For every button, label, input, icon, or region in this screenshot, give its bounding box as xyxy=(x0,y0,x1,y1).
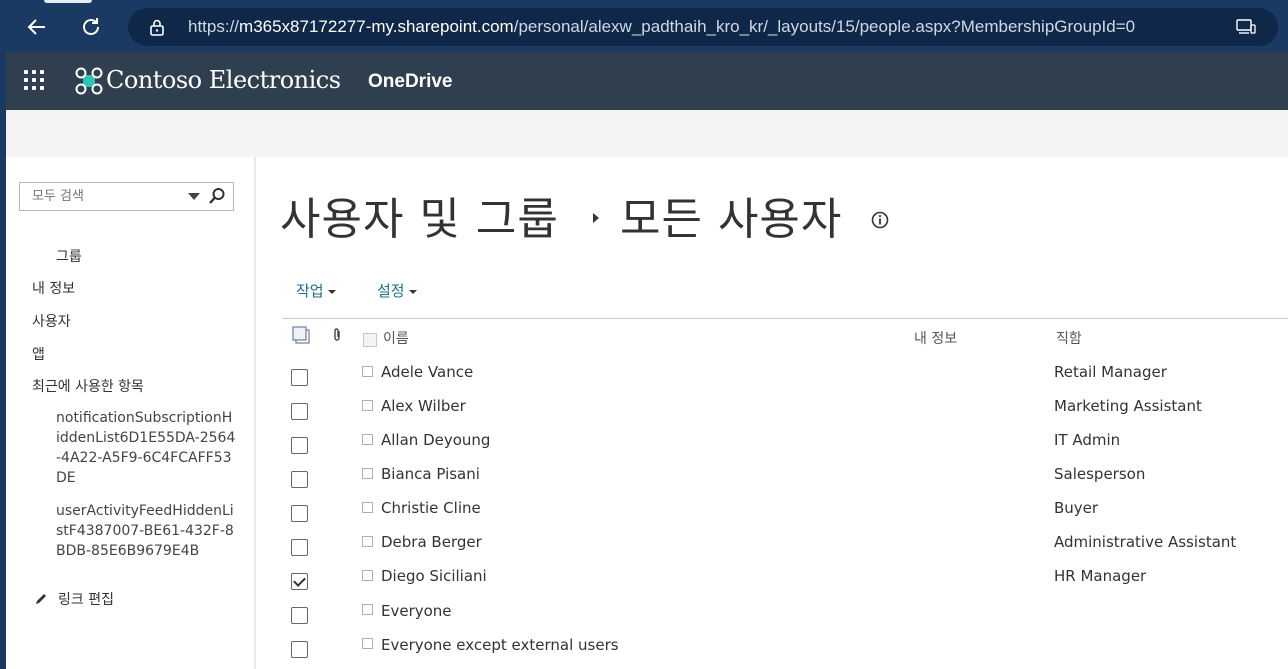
chevron-down-icon xyxy=(327,289,336,294)
user-name-link[interactable]: Everyone except external users xyxy=(381,636,619,654)
info-icon[interactable] xyxy=(871,211,889,229)
column-header-job-title[interactable]: 직함 xyxy=(1056,328,1082,348)
column-header-name[interactable]: 이름 xyxy=(383,328,409,348)
nav-item-people[interactable]: 사용자 xyxy=(32,311,71,331)
user-name-link[interactable]: Adele Vance xyxy=(381,363,473,381)
user-name-link[interactable]: Everyone xyxy=(381,602,452,620)
actions-menu[interactable]: 작업 xyxy=(296,280,336,301)
user-name-link[interactable]: Alex Wilber xyxy=(381,397,466,415)
row-item-checkbox[interactable] xyxy=(362,604,373,615)
row-checkbox[interactable] xyxy=(291,369,308,386)
nav-item-recent[interactable]: 최근에 사용한 항목 xyxy=(32,376,144,396)
nav-item-groups[interactable]: 그룹 xyxy=(56,246,82,266)
edit-links-label: 링크 편집 xyxy=(58,592,114,608)
contoso-logo-icon[interactable] xyxy=(74,66,104,96)
user-job-title: Buyer xyxy=(1054,499,1099,517)
table-top-rule xyxy=(282,318,1288,319)
row-checkbox-checked[interactable] xyxy=(291,573,308,590)
settings-menu[interactable]: 설정 xyxy=(377,280,417,301)
search-scope-dropdown[interactable] xyxy=(188,193,200,200)
breadcrumb-arrow-icon xyxy=(593,213,599,223)
nav-item-apps[interactable]: 앱 xyxy=(32,344,45,364)
row-item-checkbox[interactable] xyxy=(362,570,373,581)
search-box xyxy=(19,182,234,211)
actions-label: 작업 xyxy=(296,282,324,300)
user-job-title: IT Admin xyxy=(1054,431,1121,449)
edit-links-button[interactable]: 링크 편집 xyxy=(34,589,114,609)
user-job-title: Retail Manager xyxy=(1054,363,1167,381)
row-item-checkbox[interactable] xyxy=(362,502,373,513)
left-navigation: 그룹 내 정보 사용자 앱 최근에 사용한 항목 notificationSub… xyxy=(6,157,254,669)
user-job-title: Administrative Assistant xyxy=(1054,533,1237,551)
recent-item-notification-list[interactable]: notificationSubscriptionHiddenList6D1E55… xyxy=(56,408,236,488)
ribbon-area xyxy=(6,110,1288,157)
user-job-title: Salesperson xyxy=(1054,465,1146,483)
user-name-link[interactable]: Allan Deyoung xyxy=(381,431,490,449)
user-name-link[interactable]: Christie Cline xyxy=(381,499,481,517)
row-item-checkbox[interactable] xyxy=(362,434,373,445)
app-name[interactable]: OneDrive xyxy=(368,71,452,93)
row-item-checkbox[interactable] xyxy=(362,366,373,377)
settings-label: 설정 xyxy=(377,282,405,300)
row-checkbox[interactable] xyxy=(291,539,308,556)
recent-item-activity-feed-list[interactable]: userActivityFeedHiddenListF4387007-BE61-… xyxy=(56,501,236,561)
url-prefix: https:// xyxy=(188,17,240,36)
address-bar[interactable]: https://m365x87172277-my.sharepoint.com/… xyxy=(128,8,1278,46)
nav-divider xyxy=(254,157,256,669)
back-button[interactable] xyxy=(22,12,52,42)
refresh-icon xyxy=(83,18,99,35)
row-checkbox[interactable] xyxy=(291,641,308,658)
attachment-icon xyxy=(334,328,340,341)
user-name-link[interactable]: Bianca Pisani xyxy=(381,465,480,483)
active-tab-indicator xyxy=(44,0,92,3)
row-item-checkbox[interactable] xyxy=(362,468,373,479)
row-item-checkbox[interactable] xyxy=(362,400,373,411)
user-name-link[interactable]: Diego Siciliani xyxy=(381,567,487,585)
lock-icon xyxy=(150,19,164,36)
back-arrow-icon xyxy=(27,19,45,35)
select-all-checkbox[interactable] xyxy=(363,333,377,347)
pencil-icon xyxy=(36,594,46,604)
page-subtitle: 모든 사용자 xyxy=(620,194,843,245)
page-title: 사용자 및 그룹 xyxy=(280,194,559,245)
row-item-checkbox[interactable] xyxy=(362,536,373,547)
user-job-title: Marketing Assistant xyxy=(1054,397,1202,415)
app-available-icon[interactable] xyxy=(1236,19,1256,35)
row-checkbox[interactable] xyxy=(291,607,308,624)
suite-bar: Contoso Electronics OneDrive xyxy=(6,52,1288,110)
row-checkbox[interactable] xyxy=(291,437,308,454)
column-header-about-me[interactable]: 내 정보 xyxy=(914,328,957,348)
item-type-icon xyxy=(292,326,310,344)
row-checkbox[interactable] xyxy=(291,403,308,420)
url-text: https://m365x87172277-my.sharepoint.com/… xyxy=(188,17,1135,37)
brand-name[interactable]: Contoso Electronics xyxy=(106,66,341,94)
url-path: /personal/alexw_padthaih_kro_kr/_layouts… xyxy=(513,17,1136,36)
search-input[interactable] xyxy=(20,183,184,210)
row-checkbox[interactable] xyxy=(291,505,308,522)
row-checkbox[interactable] xyxy=(291,471,308,488)
user-name-link[interactable]: Debra Berger xyxy=(381,533,482,551)
refresh-button[interactable] xyxy=(76,12,106,42)
search-icon[interactable] xyxy=(208,187,226,205)
nav-item-my-info[interactable]: 내 정보 xyxy=(32,278,75,298)
row-item-checkbox[interactable] xyxy=(362,638,373,649)
app-launcher-icon[interactable] xyxy=(24,70,46,92)
chevron-down-icon xyxy=(408,289,417,294)
user-job-title: HR Manager xyxy=(1054,567,1147,585)
browser-toolbar: https://m365x87172277-my.sharepoint.com/… xyxy=(0,0,1288,52)
url-host: m365x87172277-my.sharepoint.com xyxy=(239,17,514,36)
